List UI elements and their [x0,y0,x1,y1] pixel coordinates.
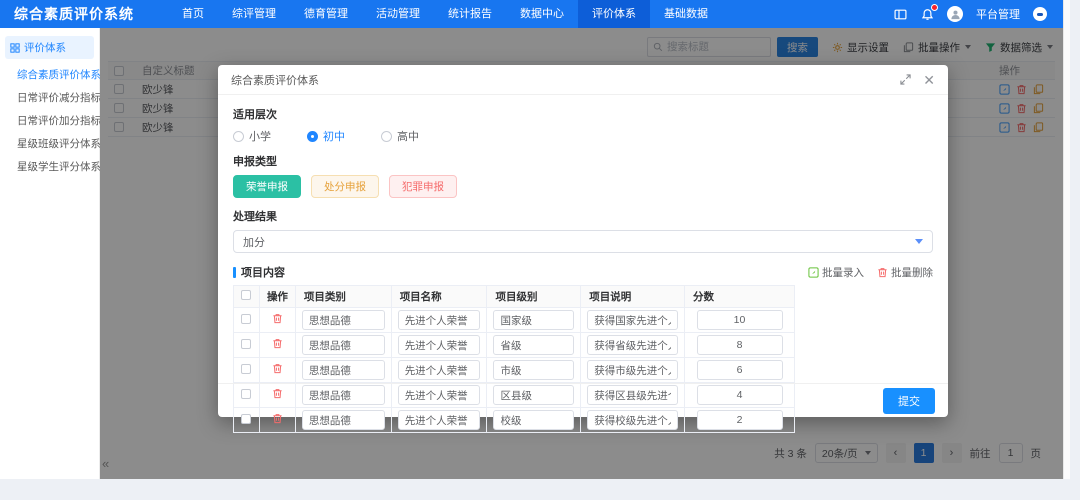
trash-icon[interactable] [272,363,283,374]
row-checkbox[interactable] [241,363,252,374]
grid-icon [10,42,20,53]
result-select-value: 加分 [243,236,265,249]
sidebar-item[interactable]: 星级学生评分体系 [0,155,101,178]
modal-dialog: 综合素质评价体系 ✕ 适用层次 小学 初中 高中 申报类型 荣誉申报 处分申报 犯罪申报… [218,65,948,433]
user-name[interactable]: 平台管理 [976,6,1020,22]
nav-item[interactable]: 德育管理 [290,0,362,28]
row-checkbox[interactable] [241,338,252,349]
content-section-title: 项目内容 [241,267,285,279]
expand-icon[interactable] [900,74,911,85]
help-icon[interactable] [1033,7,1047,21]
sidebar: 评价体系 综合素质评价体系 日常评价减分指标 日常评价加分指标 星级班级评分体系 星级学… [0,28,101,479]
level-radio[interactable]: 小学 [233,128,271,144]
level-input[interactable] [493,310,575,330]
desc-input[interactable] [587,310,678,330]
type-button-group: 荣誉申报 处分申报 犯罪申报 [233,175,933,198]
chevron-down-icon [915,239,923,244]
nav-item[interactable]: 统计报告 [434,0,506,28]
category-input[interactable] [301,310,385,330]
desc-input[interactable] [587,335,678,355]
level-input[interactable] [493,335,575,355]
modal-title: 综合素质评价体系 [231,74,319,87]
top-navbar: 综合素质评价系统 首页 综评管理 德育管理 活动管理 统计报告 数据中心 评价体系 基础数据 … [0,0,1063,28]
trash-icon[interactable] [272,338,283,349]
modal-footer: 提交 [218,383,948,417]
type-button[interactable]: 犯罪申报 [389,175,457,198]
row-checkbox[interactable] [241,313,252,324]
trash-icon [877,267,888,278]
radio-dot [381,130,392,142]
batch-import-button[interactable]: 批量录入 [808,265,864,280]
level-label: 适用层次 [233,109,277,121]
edit-icon [808,266,819,278]
panel-icon[interactable] [893,7,907,21]
modal-col-header: 操作 [258,285,296,308]
close-icon[interactable]: ✕ [923,73,935,87]
select-all-checkbox[interactable] [241,290,252,300]
app-logo: 综合素质评价系统 [14,6,134,22]
result-select[interactable]: 加分 [233,230,933,253]
avatar[interactable] [947,6,963,22]
submit-button[interactable]: 提交 [883,387,935,414]
category-input[interactable] [301,360,385,380]
sidebar-items: 综合素质评价体系 日常评价减分指标 日常评价加分指标 星级班级评分体系 星级学生评分体系 [0,63,101,178]
nav-menu: 首页 综评管理 德育管理 活动管理 统计报告 数据中心 评价体系 基础数据 [168,0,722,28]
score-input[interactable] [696,335,783,355]
modal-table-row [233,307,795,333]
sidebar-group-pingjiatixi[interactable]: 评价体系 [5,36,94,59]
level-input[interactable] [493,360,575,380]
modal-col-header: 项目类别 [294,285,392,308]
sidebar-item[interactable]: 日常评价减分指标 [0,86,101,109]
sidebar-item[interactable]: 综合素质评价体系 [0,63,101,86]
modal-col-header: 项目级别 [486,285,582,308]
category-input[interactable] [301,335,385,355]
type-button[interactable]: 荣誉申报 [233,175,301,198]
level-radio[interactable]: 高中 [381,128,419,144]
type-label: 申报类型 [233,156,277,168]
name-input[interactable] [397,335,481,355]
nav-item[interactable]: 评价体系 [578,0,650,28]
trash-icon[interactable] [272,313,283,324]
nav-item[interactable]: 综评管理 [218,0,290,28]
sidebar-item[interactable]: 日常评价加分指标 [0,109,101,132]
nav-item[interactable]: 首页 [168,0,218,28]
modal-header: 综合素质评价体系 ✕ [218,65,948,95]
modal-col-header: 分数 [684,285,795,308]
sidebar-item[interactable]: 星级班级评分体系 [0,132,101,155]
level-radio-group: 小学 初中 高中 [233,128,933,144]
result-label: 处理结果 [233,211,277,223]
batch-delete-button[interactable]: 批量删除 [877,265,933,280]
app-window: 综合素质评价系统 首页 综评管理 德育管理 活动管理 统计报告 数据中心 评价体系 基础数据 … [0,0,1070,479]
desc-input[interactable] [587,360,678,380]
section-bar [233,266,236,278]
nav-item[interactable]: 活动管理 [362,0,434,28]
nav-item[interactable]: 数据中心 [506,0,578,28]
type-button[interactable]: 处分申报 [311,175,379,198]
radio-dot [307,130,318,142]
level-radio[interactable]: 初中 [307,128,345,144]
score-input[interactable] [696,360,783,380]
modal-table-row [233,332,795,358]
modal-col-header: 项目名称 [390,285,488,308]
modal-col-header: 项目说明 [580,285,685,308]
notification-badge [931,4,938,11]
page-scrollbar[interactable] [1063,0,1070,479]
name-input[interactable] [397,360,481,380]
navbar-right: 平台管理 [893,4,1063,22]
modal-table-row [233,357,795,383]
bell-icon[interactable] [920,4,938,21]
sidebar-group-label: 评价体系 [24,42,66,54]
score-input[interactable] [696,310,783,330]
content-section-header: 项目内容 批量录入 批量删除 [233,264,933,280]
radio-dot [233,130,244,142]
name-input[interactable] [397,310,481,330]
nav-item[interactable]: 基础数据 [650,0,722,28]
